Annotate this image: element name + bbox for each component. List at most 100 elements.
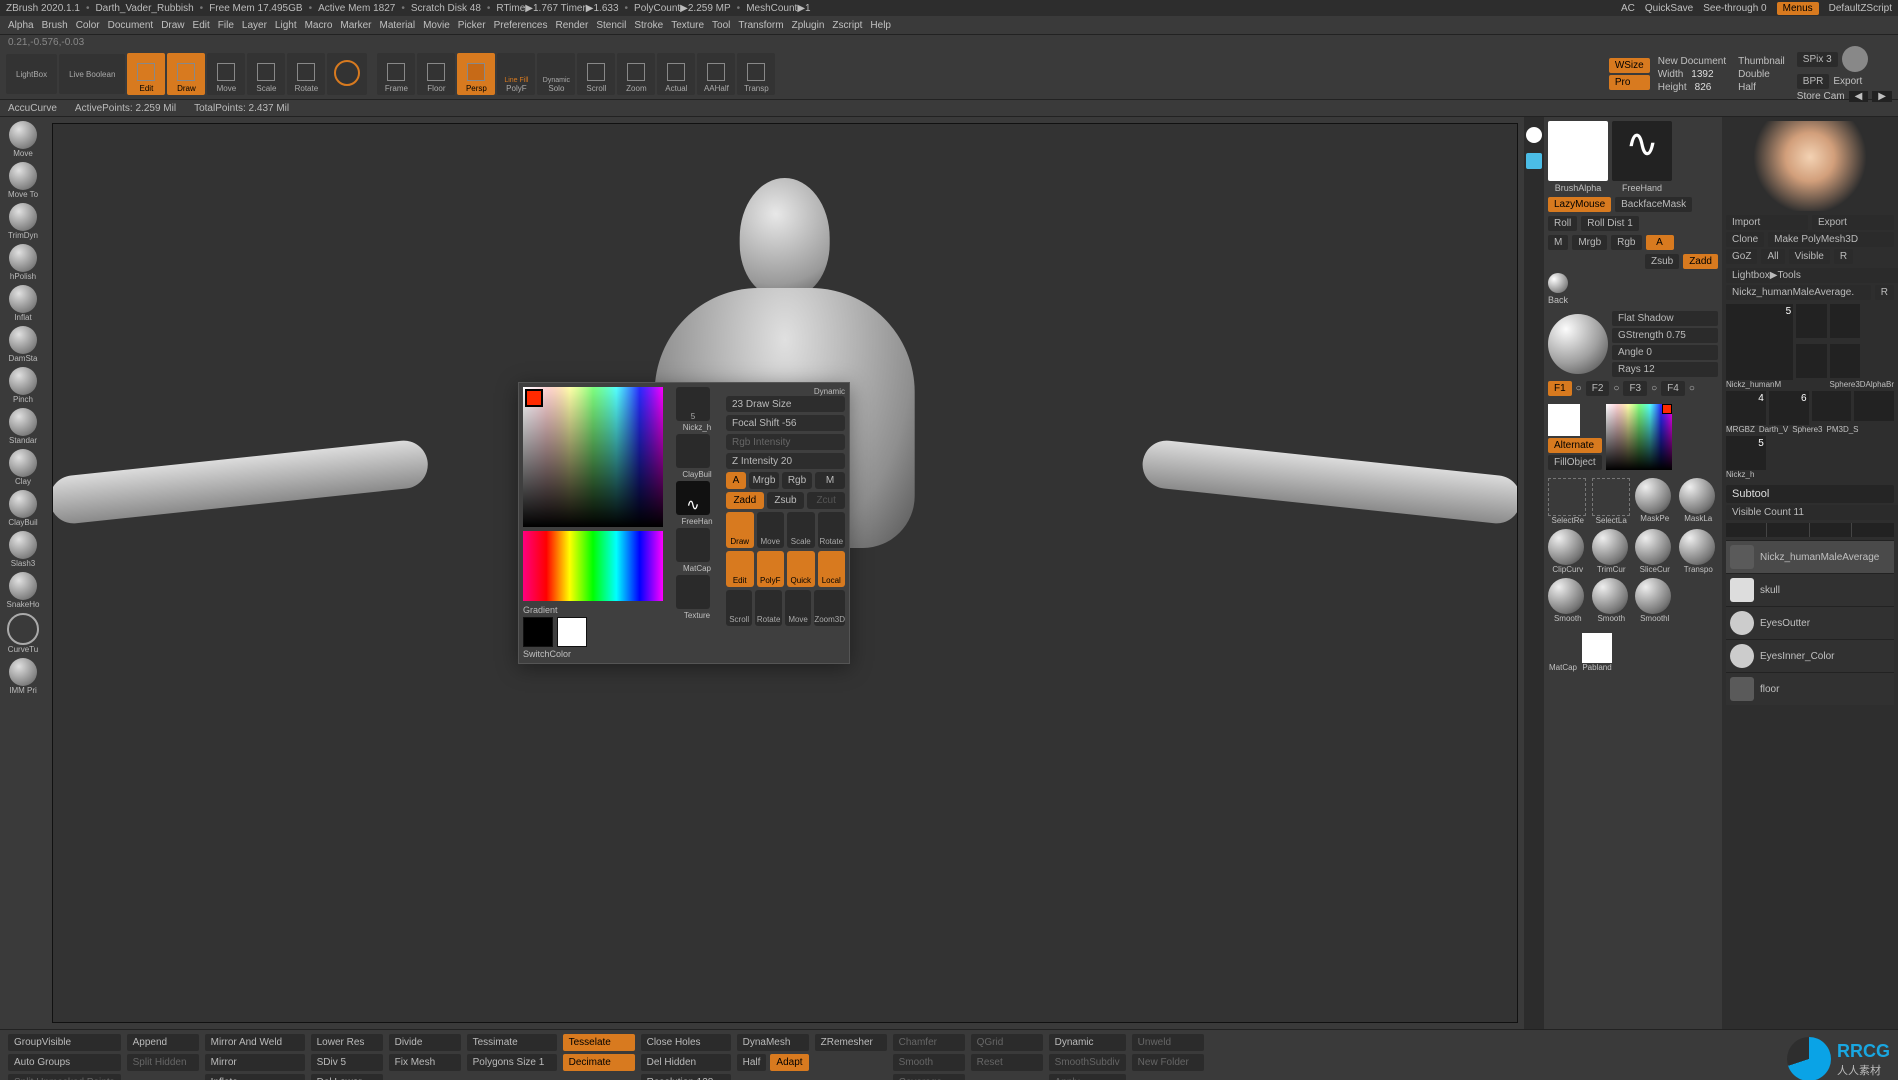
alternate-chip[interactable]: Alternate [1548, 438, 1602, 453]
tool-trimcurve[interactable] [1592, 529, 1628, 565]
menu-tool[interactable]: Tool [712, 20, 730, 31]
del-hidden-button[interactable]: Del Hidden [641, 1054, 731, 1071]
popup-zoom3d-button[interactable]: Zoom3D [814, 590, 845, 626]
brush-slash3[interactable]: Slash3 [9, 531, 37, 568]
make-polymesh3d-button[interactable]: Make PolyMesh3D [1768, 232, 1894, 247]
draw-mode-button[interactable]: Draw [167, 53, 205, 95]
lazymouse-chip[interactable]: LazyMouse [1548, 197, 1611, 212]
goz-r-button[interactable]: R [1834, 249, 1853, 264]
tool-smoothl[interactable] [1635, 578, 1671, 614]
gizmo-circle-button[interactable] [327, 53, 367, 95]
smooth-button[interactable]: Smooth [893, 1054, 965, 1071]
live-boolean-button[interactable]: Live Boolean [59, 54, 125, 94]
chamfer-button[interactable]: Chamfer [893, 1034, 965, 1051]
double-button[interactable]: Double [1738, 69, 1785, 80]
actual-button[interactable]: Actual [657, 53, 695, 95]
inflate-button[interactable]: Inflate [205, 1074, 305, 1080]
roll-chip[interactable]: Roll [1548, 216, 1577, 231]
draw-size-slider[interactable]: 23 Draw Size [726, 396, 845, 412]
resolution-slider[interactable]: Resolution 128 [641, 1074, 731, 1080]
rays-slider[interactable]: Rays 12 [1612, 362, 1718, 377]
selected-rail-button[interactable] [1526, 153, 1542, 169]
store-cam-button[interactable]: Store Cam [1797, 91, 1845, 102]
adapt-button[interactable]: Adapt [770, 1054, 808, 1071]
focal-shift-slider[interactable]: Focal Shift -56 [726, 415, 845, 431]
main-color-swatch[interactable] [1548, 404, 1580, 436]
zoom-button[interactable]: Zoom [617, 53, 655, 95]
lower-res-button[interactable]: Lower Res [311, 1034, 383, 1051]
apply-button[interactable]: Apply [1049, 1074, 1126, 1080]
popup-matcap-slot[interactable] [676, 528, 710, 562]
popup-mrgb-chip[interactable]: Mrgb [749, 472, 779, 489]
lightbox-button[interactable]: LightBox [6, 54, 57, 94]
polygonsize-slider[interactable]: Polygons Size 1 [467, 1054, 557, 1071]
lightbox-tools-button[interactable]: Lightbox▶Tools [1726, 268, 1898, 283]
subtool-row[interactable]: Nickz_humanMaleAverage [1726, 540, 1894, 573]
fillobject-button[interactable]: FillObject [1548, 455, 1602, 470]
sdiv-slider[interactable]: SDiv 5 [311, 1054, 383, 1071]
subtool-header[interactable]: Subtool [1726, 485, 1894, 503]
frame-button[interactable]: Frame [377, 53, 415, 95]
brush-standard[interactable]: Standar [9, 408, 37, 445]
freehand-tile[interactable]: ∿ [1612, 121, 1672, 181]
menu-edit[interactable]: Edit [193, 20, 210, 31]
export-button[interactable]: Export [1833, 76, 1862, 87]
tool-thumb-simplebrush[interactable] [1796, 344, 1827, 378]
tool-selectrect[interactable] [1548, 478, 1586, 516]
brush-curvetube[interactable]: CurveTu [7, 613, 39, 654]
menu-alpha[interactable]: Alpha [8, 20, 34, 31]
popup-rotate-nav-button[interactable]: Rotate [755, 590, 781, 626]
close-holes-button[interactable]: Close Holes [641, 1034, 731, 1051]
subtool-toolbar-btn[interactable] [1854, 523, 1894, 537]
matcap-slot[interactable] [1548, 633, 1578, 663]
popup-m-chip[interactable]: M [815, 472, 845, 489]
popup-zcut-chip[interactable]: Zcut [807, 492, 845, 509]
menu-movie[interactable]: Movie [423, 20, 450, 31]
f4-chip[interactable]: F4 [1661, 381, 1685, 396]
qgrid-button[interactable]: QGrid [971, 1034, 1043, 1051]
tool-slicecurve[interactable] [1635, 529, 1671, 565]
tool-maskpen[interactable] [1635, 478, 1671, 514]
mini-color-picker[interactable] [1606, 404, 1672, 470]
popup-texture-slot[interactable] [676, 575, 710, 609]
goz-all-button[interactable]: All [1761, 249, 1784, 264]
default-zscript[interactable]: DefaultZScript [1829, 3, 1892, 14]
menu-macro[interactable]: Macro [305, 20, 333, 31]
append-button[interactable]: Append [127, 1034, 199, 1051]
brush-damstandard[interactable]: DamSta [9, 326, 38, 363]
decimate-button[interactable]: Decimate [563, 1054, 635, 1071]
z-intensity-slider[interactable]: Z Intensity 20 [726, 453, 845, 469]
subtool-row[interactable]: skull [1726, 573, 1894, 606]
autogroups-button[interactable]: Auto Groups [8, 1054, 121, 1071]
smoothsubdiv-button[interactable]: SmoothSubdiv [1049, 1054, 1126, 1071]
tool-smooth[interactable] [1548, 578, 1584, 614]
bpr-button[interactable]: BPR [1797, 74, 1830, 89]
divide-button[interactable]: Divide [389, 1034, 461, 1051]
popup-polyf-button[interactable]: PolyF [757, 551, 785, 587]
tool-thumb-alphabr[interactable] [1830, 304, 1861, 338]
subtool-toolbar-btn[interactable] [1726, 523, 1767, 537]
brush-inflate[interactable]: Inflat [9, 285, 37, 322]
menu-transform[interactable]: Transform [738, 20, 783, 31]
tool-thumb-sphere3d[interactable] [1796, 304, 1827, 338]
fix-mesh-button[interactable]: Fix Mesh [389, 1054, 461, 1071]
brush-pinch[interactable]: Pinch [9, 367, 37, 404]
gstrength-slider[interactable]: GStrength 0.75 [1612, 328, 1718, 343]
goz-button[interactable]: GoZ [1726, 249, 1757, 264]
menu-light[interactable]: Light [275, 20, 297, 31]
mirror-weld-button[interactable]: Mirror And Weld [205, 1034, 305, 1051]
menu-layer[interactable]: Layer [242, 20, 267, 31]
brush-alpha-tile[interactable] [1548, 121, 1608, 181]
split-unmasked-button[interactable]: Split Unmasked Points [8, 1074, 121, 1080]
goz-visible-button[interactable]: Visible [1789, 249, 1830, 264]
m-chip[interactable]: M [1548, 235, 1568, 250]
pro-chip[interactable]: Pro [1609, 75, 1650, 90]
scroll-button[interactable]: Scroll [577, 53, 615, 95]
brush-clay[interactable]: Clay [9, 449, 37, 486]
spix-slider[interactable]: SPix 3 [1797, 52, 1838, 67]
color-picker-secondary[interactable] [523, 531, 663, 601]
popup-stroke-slot[interactable]: ∿ [676, 481, 710, 515]
menu-texture[interactable]: Texture [671, 20, 704, 31]
seethrough-slider[interactable]: See-through 0 [1703, 3, 1766, 14]
menu-zscript[interactable]: Zscript [832, 20, 862, 31]
